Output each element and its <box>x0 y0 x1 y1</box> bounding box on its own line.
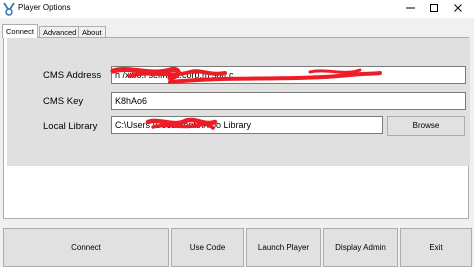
cms-key-label: CMS Key <box>43 96 84 107</box>
launch-player-button[interactable]: Launch Player <box>246 228 321 267</box>
maximize-button[interactable] <box>422 0 448 16</box>
redaction-scribble <box>145 117 218 130</box>
display-admin-button[interactable]: Display Admin <box>323 228 398 267</box>
minimize-icon <box>406 7 415 9</box>
close-icon <box>454 4 462 12</box>
browse-button[interactable]: Browse <box>387 116 465 136</box>
tab-connect[interactable]: Connect <box>2 24 38 38</box>
exit-button[interactable]: Exit <box>400 228 472 267</box>
maximize-icon <box>430 4 438 12</box>
use-code-button[interactable]: Use Code <box>171 228 244 267</box>
connect-button[interactable]: Connect <box>3 228 169 267</box>
cms-address-label: CMS Address <box>43 70 102 81</box>
app-icon <box>3 2 15 16</box>
redaction-scribble <box>110 66 382 84</box>
window-title: Player Options <box>18 3 71 12</box>
close-button[interactable] <box>446 0 472 16</box>
minimize-button[interactable] <box>398 0 424 16</box>
title-bar: Player Options <box>0 0 474 18</box>
local-library-label: Local Library <box>43 121 98 132</box>
cms-key-input[interactable]: K8hAo6 <box>111 92 466 110</box>
